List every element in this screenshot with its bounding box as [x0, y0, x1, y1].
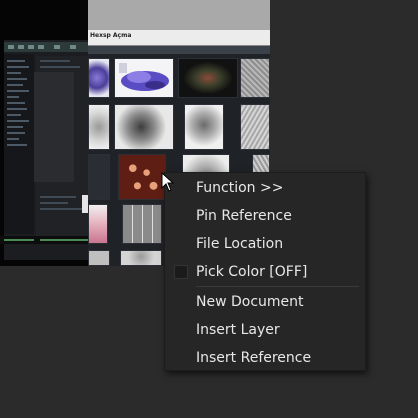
thumbnail-red-cells[interactable] — [118, 154, 166, 200]
menu-item-pin-reference[interactable]: Pin Reference — [165, 202, 367, 230]
editor-toolbar — [4, 42, 92, 52]
menu-item-insert-layer-label: Insert Layer — [196, 322, 280, 338]
editor-side-panel — [34, 72, 74, 182]
menu-item-insert-layer[interactable]: Insert Layer — [165, 316, 367, 344]
purple-cells-graphic — [119, 63, 169, 91]
thumbnail-gray-texture-2[interactable] — [240, 104, 270, 150]
thumbnail-gray-cell-2[interactable] — [114, 104, 174, 150]
thumbnail-pink-tissue[interactable] — [88, 204, 108, 244]
menu-item-insert-reference[interactable]: Insert Reference — [165, 344, 367, 372]
grid-window-top-bar — [88, 0, 270, 30]
reference-image-editor-screenshot[interactable] — [0, 0, 96, 266]
menu-item-function-label: Function >> — [196, 180, 284, 196]
grid-window-title: Hexsp Açma — [90, 32, 132, 39]
thumbnail-gray-cell-3[interactable] — [184, 104, 224, 150]
menu-item-function[interactable]: Function >> — [165, 174, 367, 202]
menu-item-pin-reference-label: Pin Reference — [196, 208, 292, 224]
thumbnail-gray-texture-1[interactable] — [240, 58, 270, 98]
menu-separator — [196, 286, 359, 287]
grid-window-toolbar-strip — [88, 46, 270, 54]
editor-file-tree — [4, 54, 34, 234]
thumbnail-purple-cells-2[interactable] — [114, 58, 174, 98]
canvas[interactable]: Hexsp Açma Function >> Pin Reference Fil… — [0, 0, 418, 418]
menu-item-pick-color[interactable]: Pick Color [OFF] — [165, 258, 367, 286]
thumbnail-dark-strip[interactable] — [88, 154, 110, 200]
context-menu: Function >> Pin Reference File Location … — [164, 172, 366, 371]
thumbnail-purple-cells-1[interactable] — [88, 58, 110, 98]
editor-status-bar — [0, 236, 96, 244]
thumbnail-dark-cell-1[interactable] — [178, 58, 238, 98]
grid-window-title-bar: Hexsp Açma — [88, 30, 270, 46]
menu-item-pick-color-label: Pick Color [OFF] — [196, 264, 308, 280]
thumbnail-gray-grid[interactable] — [122, 204, 162, 244]
menu-item-new-document-label: New Document — [196, 294, 304, 310]
checkbox-unchecked-icon[interactable] — [174, 265, 188, 279]
thumbnail-gray-cell-6[interactable] — [88, 250, 110, 266]
mouse-pointer-icon — [161, 172, 175, 192]
menu-item-file-location[interactable]: File Location — [165, 230, 367, 258]
thumbnail-gray-cell-5[interactable] — [120, 250, 162, 266]
menu-item-new-document[interactable]: New Document — [165, 288, 367, 316]
menu-item-file-location-label: File Location — [196, 236, 284, 252]
menu-item-insert-reference-label: Insert Reference — [196, 350, 312, 366]
thumbnail-gray-cell-1[interactable] — [88, 104, 110, 150]
